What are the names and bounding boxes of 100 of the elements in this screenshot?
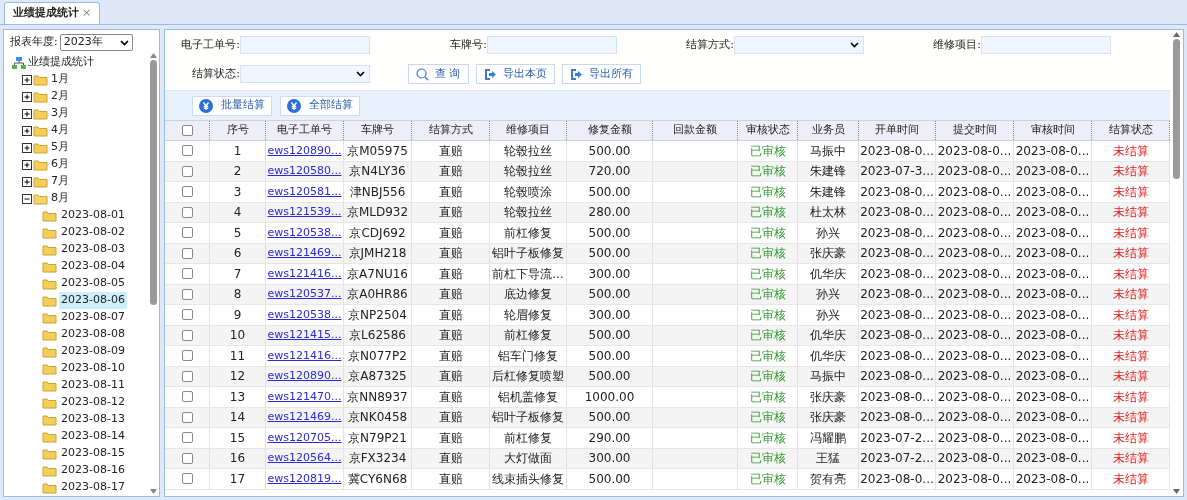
scroll-down-icon[interactable]: [150, 489, 157, 494]
order-link[interactable]: ews120580...: [267, 163, 342, 180]
tree-item[interactable]: 2023-08-12: [59, 394, 127, 411]
scroll-up-icon[interactable]: [150, 53, 157, 58]
checkbox[interactable]: [181, 288, 193, 300]
order-link[interactable]: ews121416...: [267, 265, 342, 282]
tree-item[interactable]: 3月: [49, 105, 71, 122]
scrollbar[interactable]: [1170, 30, 1183, 496]
checkbox[interactable]: [181, 125, 193, 136]
order-link[interactable]: ews121416...: [267, 347, 342, 364]
checkbox[interactable]: [181, 329, 193, 341]
order-link[interactable]: ews120538...: [267, 224, 342, 241]
order-link[interactable]: ews120564...: [267, 450, 342, 467]
checkbox[interactable]: [181, 411, 193, 423]
checkbox[interactable]: [181, 309, 193, 321]
tree-item[interactable]: 8月: [49, 190, 71, 207]
checkbox[interactable]: [181, 165, 193, 177]
close-button[interactable]: ×: [82, 5, 92, 22]
tree-item[interactable]: 2023-08-11: [59, 377, 127, 394]
input-field[interactable]: [240, 36, 370, 54]
export-button[interactable]: 导出所有: [561, 64, 641, 84]
expand-icon[interactable]: [22, 142, 32, 153]
tree-item[interactable]: 2023-08-07: [59, 309, 127, 326]
tree-item[interactable]: 2023-08-03: [59, 241, 127, 258]
tree-item[interactable]: 5月: [49, 139, 71, 156]
column-header[interactable]: 序号: [210, 121, 266, 140]
order-link[interactable]: ews120890...: [267, 368, 342, 385]
collapse-icon[interactable]: [22, 193, 32, 204]
column-header[interactable]: 提交时间: [936, 121, 1014, 140]
expand-icon[interactable]: [22, 159, 32, 170]
tree-item[interactable]: 2023-08-15: [59, 445, 127, 462]
tree-item[interactable]: 2023-08-13: [59, 411, 127, 428]
order-link[interactable]: ews120890...: [267, 142, 342, 159]
checkbox[interactable]: [181, 247, 193, 259]
tree-item[interactable]: 2023-08-08: [59, 326, 127, 343]
column-header[interactable]: 电子工单号: [266, 121, 344, 140]
checkbox[interactable]: [181, 227, 193, 239]
column-header[interactable]: 业务员: [798, 121, 859, 140]
tree-item[interactable]: 2023-08-05: [59, 275, 127, 292]
scroll-up-icon[interactable]: [1173, 32, 1180, 37]
column-header[interactable]: 结算方式: [412, 121, 490, 140]
tree-item[interactable]: 业绩提成统计: [12, 54, 148, 71]
year-select[interactable]: 2023年: [59, 34, 133, 51]
order-link[interactable]: ews121415...: [267, 327, 342, 344]
column-header[interactable]: 结算状态: [1092, 121, 1170, 140]
checkbox[interactable]: [181, 370, 193, 382]
expand-icon[interactable]: [22, 91, 32, 102]
order-link[interactable]: ews120819...: [267, 470, 342, 487]
column-header[interactable]: 开单时间: [859, 121, 936, 140]
checkbox[interactable]: [181, 206, 193, 218]
column-header[interactable]: 回款金额: [653, 121, 738, 140]
expand-icon[interactable]: [22, 125, 32, 136]
order-link[interactable]: ews121470...: [267, 388, 342, 405]
column-header[interactable]: 维修项目: [490, 121, 567, 140]
checkbox[interactable]: [181, 350, 193, 362]
order-link[interactable]: ews120705...: [267, 429, 342, 446]
input-field[interactable]: [487, 36, 617, 54]
order-link[interactable]: ews121539...: [267, 204, 342, 221]
tree-item[interactable]: 2023-08-09: [59, 343, 127, 360]
checkbox[interactable]: [181, 452, 193, 464]
settle-button[interactable]: 全部结算: [280, 95, 360, 116]
input-field[interactable]: [981, 36, 1111, 54]
tree-item[interactable]: 2023-08-06: [59, 292, 127, 309]
order-link[interactable]: ews120581...: [267, 183, 342, 200]
tree-item[interactable]: 2023-08-01: [59, 207, 127, 224]
tree-item[interactable]: 6月: [49, 156, 71, 173]
search-button[interactable]: 查 询: [408, 64, 469, 84]
scroll-thumb[interactable]: [150, 60, 157, 305]
tree-item[interactable]: 7月: [49, 173, 71, 190]
checkbox[interactable]: [181, 391, 193, 403]
settle-button[interactable]: 批量结算: [192, 95, 272, 116]
tree-item[interactable]: 2023-08-17: [59, 479, 127, 496]
expand-icon[interactable]: [22, 74, 32, 85]
checkbox[interactable]: [181, 432, 193, 444]
expand-icon[interactable]: [22, 176, 32, 187]
tree-item[interactable]: 2023-08-14: [59, 428, 127, 445]
scroll-thumb[interactable]: [1173, 39, 1180, 179]
tree-item[interactable]: 4月: [49, 122, 71, 139]
tree-item[interactable]: 2023-08-04: [59, 258, 127, 275]
checkbox[interactable]: [181, 186, 193, 198]
order-link[interactable]: ews120538...: [267, 306, 342, 323]
order-link[interactable]: ews121469...: [267, 245, 342, 262]
checkbox[interactable]: [181, 473, 193, 485]
column-header[interactable]: 车牌号: [344, 121, 412, 140]
column-header[interactable]: 审核状态: [738, 121, 798, 140]
select-field[interactable]: [240, 65, 370, 83]
order-link[interactable]: ews120537...: [267, 286, 342, 303]
order-link[interactable]: ews121469...: [267, 409, 342, 426]
tree-item[interactable]: 2023-08-16: [59, 462, 127, 479]
select-field[interactable]: [734, 36, 864, 54]
tree-item[interactable]: 2月: [49, 88, 71, 105]
tree-item[interactable]: 2023-08-10: [59, 360, 127, 377]
checkbox[interactable]: [181, 268, 193, 280]
tree-item[interactable]: 1月: [49, 71, 71, 88]
column-header[interactable]: 修复金额: [567, 121, 653, 140]
scroll-down-icon[interactable]: [1173, 489, 1180, 494]
export-button[interactable]: 导出本页: [475, 64, 555, 84]
scrollbar[interactable]: [148, 51, 159, 496]
tab[interactable]: 业绩提成统计 ×: [4, 2, 101, 24]
tree-item[interactable]: 2023-08-02: [59, 224, 127, 241]
